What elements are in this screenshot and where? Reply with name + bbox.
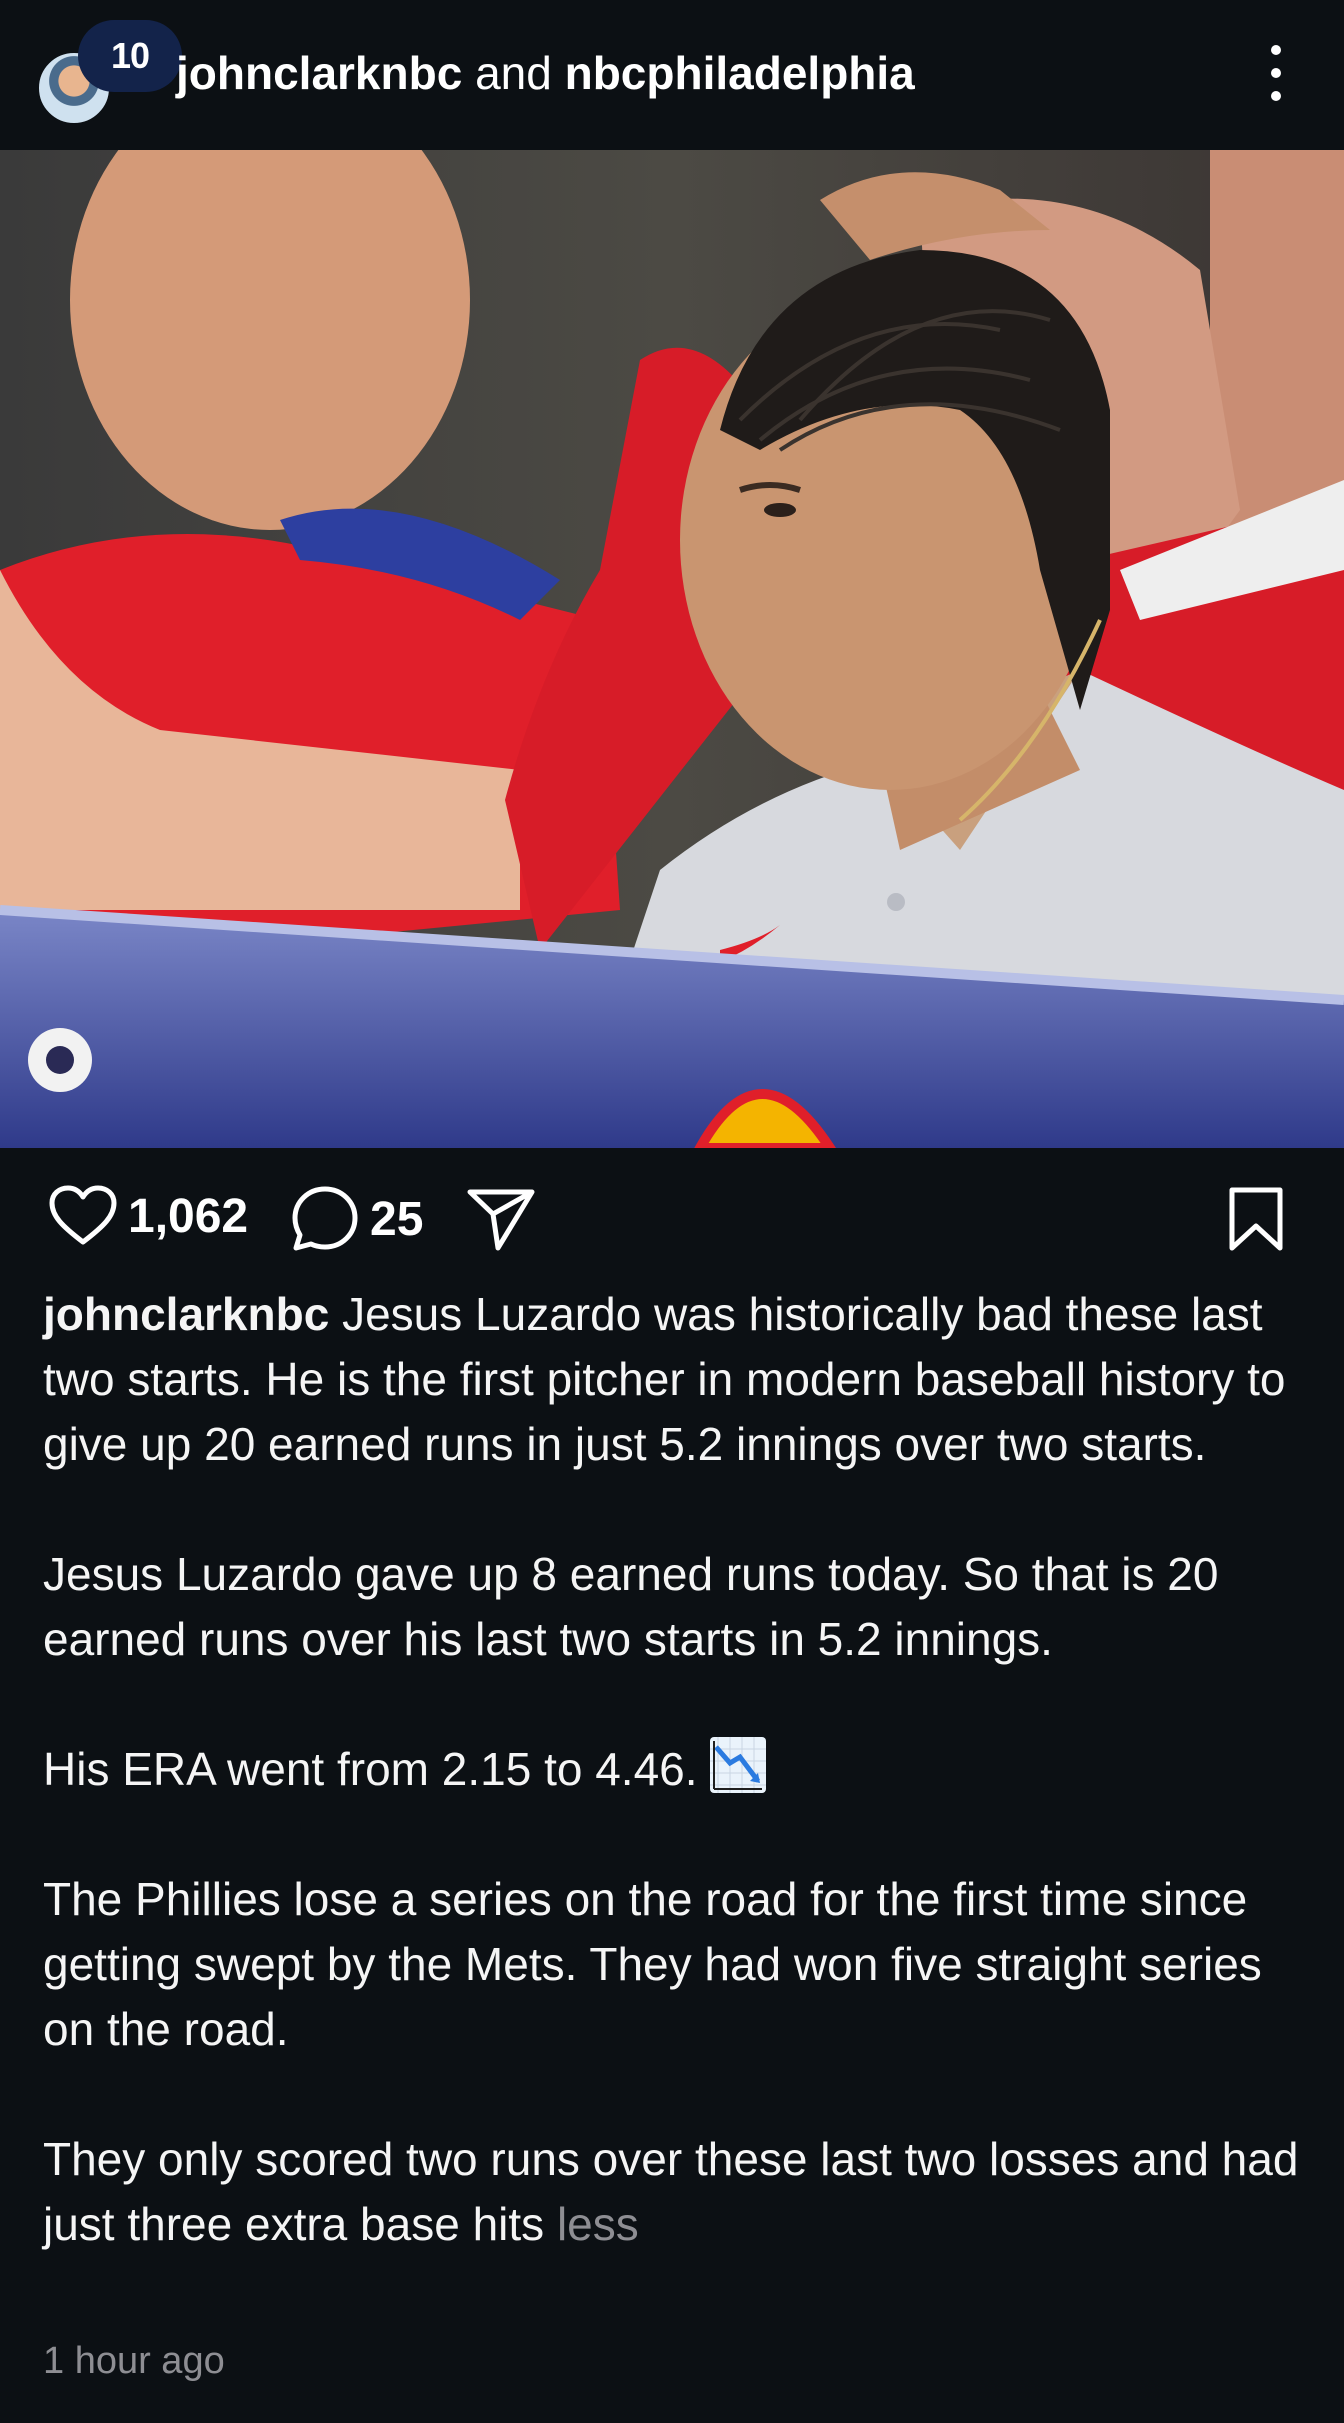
caption-paragraph-1: johnclarknbc Jesus Luzardo was historica…: [43, 1282, 1313, 1477]
like-count[interactable]: 1,062: [128, 1189, 248, 1244]
caption-paragraph-4: The Phillies lose a series on the road f…: [43, 1873, 1262, 2055]
author-username-2[interactable]: nbcphiladelphia: [565, 47, 915, 99]
author-username-1[interactable]: johnclarknbc: [176, 47, 462, 99]
caption-paragraph-2: Jesus Luzardo gave up 8 earned runs toda…: [43, 1548, 1219, 1665]
caption-paragraph-3: His ERA went from 2.15 to 4.46.: [43, 1737, 1313, 1802]
save-button[interactable]: [1226, 1186, 1286, 1252]
caption-text-5: They only scored two runs over these las…: [43, 2133, 1299, 2250]
comment-count[interactable]: 25: [370, 1192, 423, 1247]
author-conjunction: and: [462, 47, 565, 99]
caption-text-3: His ERA went from 2.15 to 4.46.: [43, 1743, 711, 1795]
avatar-group[interactable]: 10: [36, 20, 182, 126]
bookmark-icon: [1229, 1187, 1283, 1251]
chart-decreasing-emoji: [710, 1737, 767, 1793]
post-caption: johnclarknbc Jesus Luzardo was historica…: [43, 1282, 1313, 2257]
post-image[interactable]: [0, 150, 1344, 1148]
post-header: 10 johnclarknbc and nbcphiladelphia: [0, 0, 1344, 150]
share-button[interactable]: [466, 1186, 536, 1252]
send-icon: [467, 1189, 535, 1251]
comment-icon: [292, 1186, 358, 1251]
post-timestamp: 1 hour ago: [43, 2340, 225, 2382]
heart-icon: [49, 1185, 117, 1245]
post-authors: johnclarknbc and nbcphiladelphia: [176, 40, 915, 106]
caption-username[interactable]: johnclarknbc: [43, 1288, 329, 1340]
like-button[interactable]: 1,062: [48, 1184, 248, 1248]
caption-paragraph-5: They only scored two runs over these las…: [43, 2127, 1313, 2257]
more-options-icon[interactable]: [1256, 45, 1296, 101]
action-bar: 1,062 25: [0, 1148, 1344, 1288]
comment-button[interactable]: 25: [290, 1184, 423, 1254]
avatar-badge[interactable]: 10: [78, 20, 182, 92]
less-link[interactable]: less: [557, 2198, 639, 2250]
